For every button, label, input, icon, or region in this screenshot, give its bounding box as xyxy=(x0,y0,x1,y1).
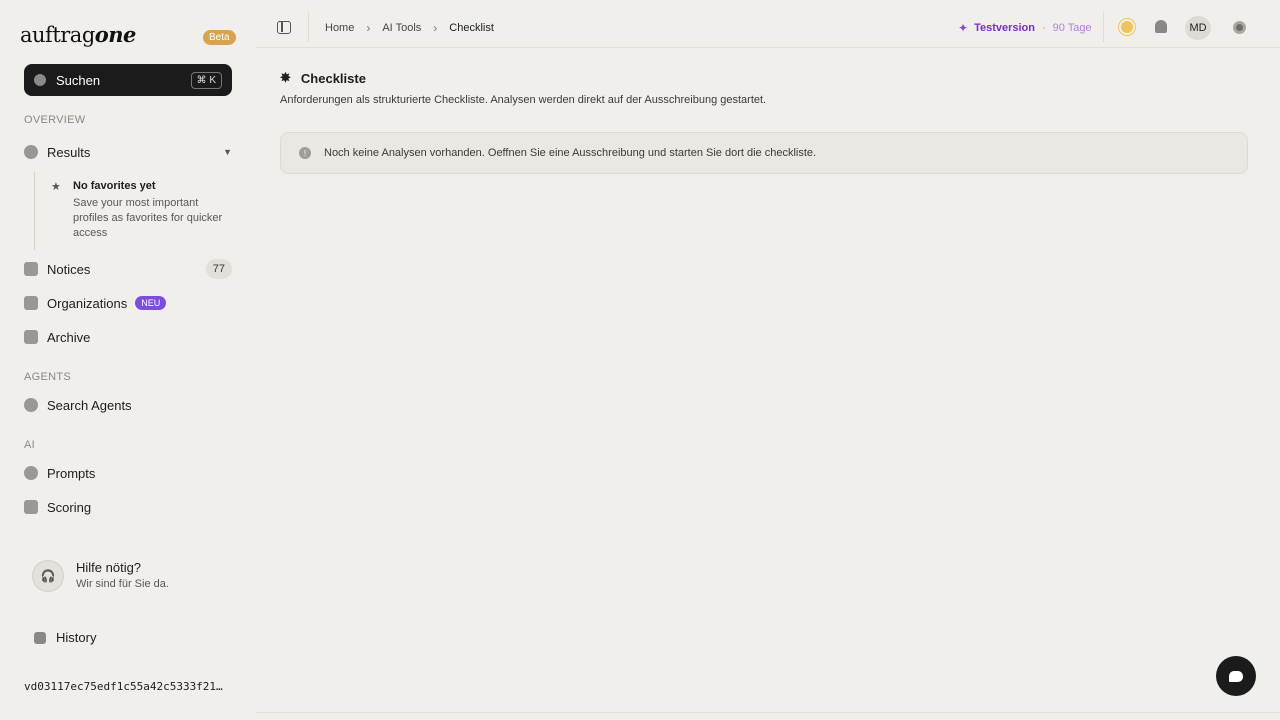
trial-label: Testversion xyxy=(974,22,1035,34)
user-avatar[interactable]: MD xyxy=(1185,16,1211,40)
scoring-icon xyxy=(24,500,38,514)
chat-bubble-icon xyxy=(1229,670,1243,682)
sidebar-item-archive[interactable]: Archive xyxy=(24,324,232,350)
sidebar-item-notices[interactable]: Notices 77 xyxy=(24,256,232,282)
version-hash: vd03117ec75edf1c55a42c5333f21… xyxy=(24,680,223,693)
info-icon: ! xyxy=(299,147,311,159)
section-ai: AI xyxy=(24,439,35,451)
bell-icon[interactable] xyxy=(1155,20,1167,33)
page-title: ✸ Checkliste xyxy=(280,70,1248,86)
sidebar-item-label: Search Agents xyxy=(47,397,132,413)
notice-text: Noch keine Analysen vorhanden. Oeffnen S… xyxy=(324,147,817,159)
trial-days: 90 Tage xyxy=(1052,22,1092,34)
chevron-right-icon: › xyxy=(366,21,371,35)
favorites-title: No favorites yet xyxy=(73,180,156,192)
help-card[interactable]: 🎧 Hilfe nötig? Wir sind für Sie da. xyxy=(32,558,232,594)
top-bar: Home › AI Tools › Checklist ✦ Testversio… xyxy=(256,0,1280,48)
sparkle-icon: ✸ xyxy=(280,70,291,85)
sidebar-item-label: Prompts xyxy=(47,465,96,481)
history-icon xyxy=(34,631,46,644)
sidebar-item-label: Results xyxy=(47,144,91,160)
sun-icon[interactable] xyxy=(1121,21,1133,33)
sidebar-item-search-agents[interactable]: Search Agents xyxy=(24,392,232,418)
sidebar-item-label: Archive xyxy=(47,329,91,345)
history-label: History xyxy=(56,630,97,645)
document-icon xyxy=(24,262,38,276)
notices-count-badge: 77 xyxy=(205,259,232,279)
chip-icon xyxy=(24,466,38,480)
search-icon xyxy=(34,74,46,86)
sidebar-item-results[interactable]: Results ▼ xyxy=(24,139,232,165)
section-agents: AGENTS xyxy=(24,371,72,383)
chat-button[interactable] xyxy=(1216,656,1256,696)
help-subtitle: Wir sind für Sie da. xyxy=(76,578,169,590)
sidebar-item-prompts[interactable]: Prompts xyxy=(24,460,232,486)
sidebar: auftragone Beta Suchen ⌘ K OVERVIEW Resu… xyxy=(0,0,256,720)
sidebar-item-scoring[interactable]: Scoring xyxy=(24,494,232,520)
breadcrumb-ai-tools[interactable]: AI Tools xyxy=(382,22,421,34)
search-shortcut: ⌘ K xyxy=(190,71,222,89)
star-icon: ★ xyxy=(51,181,61,193)
history-button[interactable]: History xyxy=(34,630,96,645)
headset-icon: 🎧 xyxy=(32,560,64,592)
new-badge: NEU xyxy=(135,296,167,310)
sidebar-item-organizations[interactable]: Organizations NEU xyxy=(24,290,232,316)
favorites-empty: ★ No favorites yet Save your most import… xyxy=(34,172,230,250)
magic-wand-icon: ✦ xyxy=(958,21,969,35)
separator-dot: · xyxy=(1042,22,1046,34)
sidebar-toggle-icon[interactable] xyxy=(277,21,291,34)
breadcrumb-home[interactable]: Home xyxy=(325,22,354,34)
beta-badge: Beta xyxy=(203,30,236,45)
gear-icon[interactable] xyxy=(1233,21,1246,34)
search-button[interactable]: Suchen ⌘ K xyxy=(24,64,232,96)
results-icon xyxy=(24,145,38,159)
sidebar-item-label: Organizations xyxy=(47,295,128,311)
main-content: ✸ Checkliste Anforderungen als strukturi… xyxy=(280,70,1248,174)
divider xyxy=(1103,12,1104,42)
chevron-down-icon[interactable]: ▼ xyxy=(223,147,232,157)
page-title-text: Checkliste xyxy=(300,70,366,86)
brand-logo[interactable]: auftragone xyxy=(20,22,136,47)
empty-state-notice: ! Noch keine Analysen vorhanden. Oeffnen… xyxy=(280,132,1248,174)
search-label: Suchen xyxy=(56,72,101,88)
help-title: Hilfe nötig? xyxy=(76,560,142,575)
breadcrumb-current: Checklist xyxy=(449,22,494,34)
divider xyxy=(308,12,309,42)
breadcrumb: Home › AI Tools › Checklist xyxy=(325,21,494,35)
section-overview: OVERVIEW xyxy=(24,114,86,126)
agent-icon xyxy=(24,398,38,412)
sidebar-item-label: Scoring xyxy=(47,499,92,515)
favorites-description: Save your most important profiles as fav… xyxy=(73,197,223,239)
divider xyxy=(256,712,1280,713)
building-icon xyxy=(24,296,38,310)
chevron-right-icon: › xyxy=(433,21,438,35)
trial-status[interactable]: ✦ Testversion · 90 Tage xyxy=(958,21,1092,35)
sidebar-item-label: Notices xyxy=(47,261,91,277)
page-subtitle: Anforderungen als strukturierte Checklis… xyxy=(280,94,767,106)
bookmark-icon xyxy=(24,330,38,344)
